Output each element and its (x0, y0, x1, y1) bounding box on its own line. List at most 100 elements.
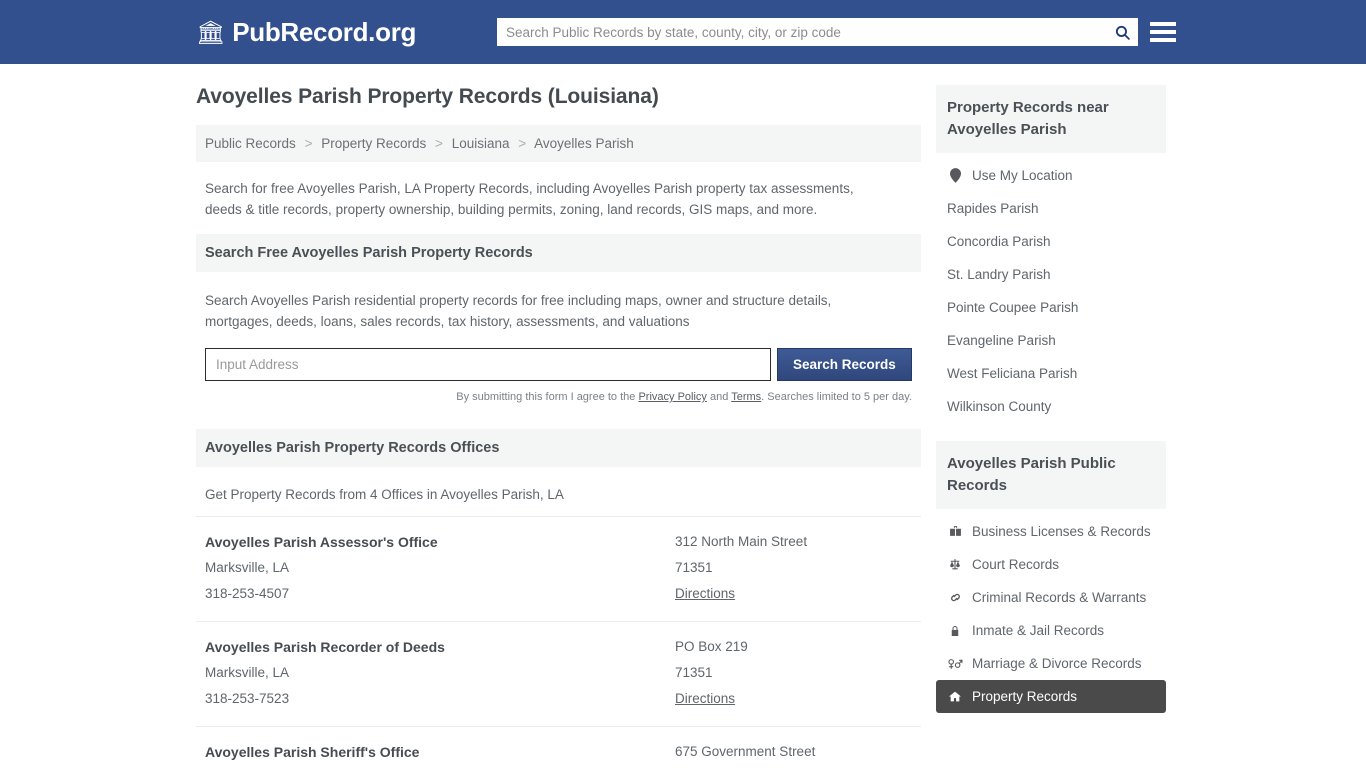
breadcrumb-separator: > (304, 136, 313, 151)
main-column: Avoyelles Parish Property Records (Louis… (196, 85, 921, 768)
legal-suffix: . Searches limited to 5 per day. (761, 391, 912, 403)
sidebar-item-criminal-records[interactable]: Criminal Records & Warrants (936, 581, 1166, 614)
sidebar-item-label: Use My Location (972, 168, 1073, 183)
office-phone: 318-253-4507 (205, 586, 290, 601)
office-right-col: 675 Government Street 71351 Directions (675, 739, 912, 768)
sidebar-item-label: West Feliciana Parish (947, 366, 1078, 381)
sidebar-item-label: Concordia Parish (947, 234, 1051, 249)
lock-icon (947, 624, 963, 638)
office-city-state: Marksville, LA (205, 665, 290, 680)
hamburger-bar (1150, 38, 1176, 42)
sidebar-nearby-list: Use My Location Rapides Parish Concordia… (936, 159, 1166, 423)
search-panel-description: Search Avoyelles Parish residential prop… (205, 293, 832, 329)
search-icon (1115, 25, 1130, 40)
search-input[interactable] (498, 19, 1107, 45)
office-left-col: Avoyelles Parish Sheriff's Office Marksv… (205, 739, 675, 768)
office-street: PO Box 219 (675, 639, 748, 654)
office-right-col: PO Box 219 71351 Directions (675, 634, 912, 712)
hamburger-bar (1150, 22, 1176, 26)
sidebar-item-concordia-parish[interactable]: Concordia Parish (936, 225, 1166, 258)
office-zip: 71351 (675, 665, 713, 680)
sidebar-public-records-list: Business Licenses & Records Court Record… (936, 515, 1166, 713)
office-name[interactable]: Avoyelles Parish Recorder of Deeds (205, 634, 675, 660)
intro-paragraph: Search for free Avoyelles Parish, LA Pro… (205, 181, 854, 217)
office-left-col: Avoyelles Parish Assessor's Office Marks… (205, 529, 675, 607)
search-panel-heading: Search Free Avoyelles Parish Property Re… (196, 234, 921, 272)
offices-count-note: Get Property Records from 4 Offices in A… (205, 487, 564, 502)
sidebar-item-st-landry-parish[interactable]: St. Landry Parish (936, 258, 1166, 291)
sidebar-item-label: Pointe Coupee Parish (947, 300, 1079, 315)
sidebar-item-label: St. Landry Parish (947, 267, 1051, 282)
address-search-form: Search Records (196, 348, 921, 381)
office-zip: 71351 (675, 560, 713, 575)
sidebar-item-west-feliciana-parish[interactable]: West Feliciana Parish (936, 357, 1166, 390)
office-right-col: 312 North Main Street 71351 Directions (675, 529, 912, 607)
breadcrumb-item-public-records[interactable]: Public Records (205, 136, 296, 151)
site-logo-link[interactable]: 🏛 PubRecord.org (196, 17, 416, 48)
scales-icon (947, 558, 963, 571)
map-pin-icon (947, 168, 963, 183)
sidebar-item-label: Court Records (972, 557, 1060, 572)
breadcrumb-item-avoyelles-parish[interactable]: Avoyelles Parish (534, 136, 634, 151)
directions-link[interactable]: Directions (675, 686, 735, 712)
office-name[interactable]: Avoyelles Parish Assessor's Office (205, 529, 675, 555)
table-row: Avoyelles Parish Assessor's Office Marks… (196, 516, 921, 621)
sidebar-item-use-my-location[interactable]: Use My Location (936, 159, 1166, 192)
office-street: 312 North Main Street (675, 534, 808, 549)
office-phone: 318-253-7523 (205, 691, 290, 706)
bank-building-icon: 🏛 (196, 18, 226, 45)
sidebar-item-pointe-coupee-parish[interactable]: Pointe Coupee Parish (936, 291, 1166, 324)
sidebar-public-records-heading: Avoyelles Parish Public Records (936, 441, 1166, 509)
sidebar-item-label: Inmate & Jail Records (972, 623, 1105, 638)
sidebar: Property Records near Avoyelles Parish U… (936, 85, 1166, 768)
search-records-button[interactable]: Search Records (776, 348, 912, 381)
office-name[interactable]: Avoyelles Parish Sheriff's Office (205, 739, 675, 765)
offices-panel-heading: Avoyelles Parish Property Records Office… (196, 429, 921, 467)
address-input[interactable] (205, 348, 771, 381)
office-city-state: Marksville, LA (205, 560, 290, 575)
sidebar-item-inmate-jail-records[interactable]: Inmate & Jail Records (936, 614, 1166, 647)
sidebar-item-label: Criminal Records & Warrants (972, 590, 1147, 605)
sidebar-item-marriage-divorce-records[interactable]: Marriage & Divorce Records (936, 647, 1166, 680)
gender-symbols-icon (947, 657, 963, 670)
sidebar-item-property-records[interactable]: Property Records (936, 680, 1166, 713)
terms-link[interactable]: Terms (731, 391, 761, 403)
legal-and: and (706, 391, 732, 403)
privacy-policy-link[interactable]: Privacy Policy (638, 391, 706, 403)
sidebar-item-court-records[interactable]: Court Records (936, 548, 1166, 581)
sidebar-item-label: Wilkinson County (947, 399, 1052, 414)
table-row: Avoyelles Parish Recorder of Deeds Marks… (196, 621, 921, 726)
table-row: Avoyelles Parish Sheriff's Office Marksv… (196, 726, 921, 768)
home-icon (947, 690, 963, 703)
hamburger-bar (1150, 30, 1176, 34)
briefcase-icon (947, 525, 963, 538)
breadcrumb-item-property-records[interactable]: Property Records (321, 136, 426, 151)
breadcrumb-item-louisiana[interactable]: Louisiana (452, 136, 510, 151)
breadcrumb-separator: > (435, 136, 443, 151)
sidebar-nearby-heading: Property Records near Avoyelles Parish (936, 85, 1166, 153)
brand-name: PubRecord.org (232, 16, 417, 47)
search-button[interactable] (1107, 19, 1137, 45)
sidebar-item-wilkinson-county[interactable]: Wilkinson County (936, 390, 1166, 423)
sidebar-item-label: Business Licenses & Records (972, 524, 1151, 539)
header-search-bar (497, 18, 1138, 46)
sidebar-item-label: Property Records (972, 689, 1078, 704)
breadcrumb-separator: > (518, 136, 527, 151)
sidebar-item-label: Evangeline Parish (947, 333, 1056, 348)
form-legal-text: By submitting this form I agree to the P… (196, 381, 921, 403)
sidebar-item-business-licenses[interactable]: Business Licenses & Records (936, 515, 1166, 548)
sidebar-item-label: Rapides Parish (947, 201, 1039, 216)
sidebar-item-rapides-parish[interactable]: Rapides Parish (936, 192, 1166, 225)
sidebar-item-label: Marriage & Divorce Records (972, 656, 1142, 671)
hamburger-menu-icon[interactable] (1150, 18, 1176, 46)
page-body: Avoyelles Parish Property Records (Louis… (0, 64, 1366, 768)
sidebar-item-evangeline-parish[interactable]: Evangeline Parish (936, 324, 1166, 357)
breadcrumb: Public Records > Property Records > Loui… (196, 125, 921, 162)
content-wrapper: Avoyelles Parish Property Records (Louis… (196, 85, 1166, 768)
directions-link[interactable]: Directions (675, 581, 735, 607)
site-header: 🏛 PubRecord.org (0, 0, 1366, 64)
office-street: 675 Government Street (675, 744, 816, 759)
office-left-col: Avoyelles Parish Recorder of Deeds Marks… (205, 634, 675, 712)
handcuffs-icon (947, 591, 963, 604)
page-title: Avoyelles Parish Property Records (Louis… (196, 85, 659, 108)
